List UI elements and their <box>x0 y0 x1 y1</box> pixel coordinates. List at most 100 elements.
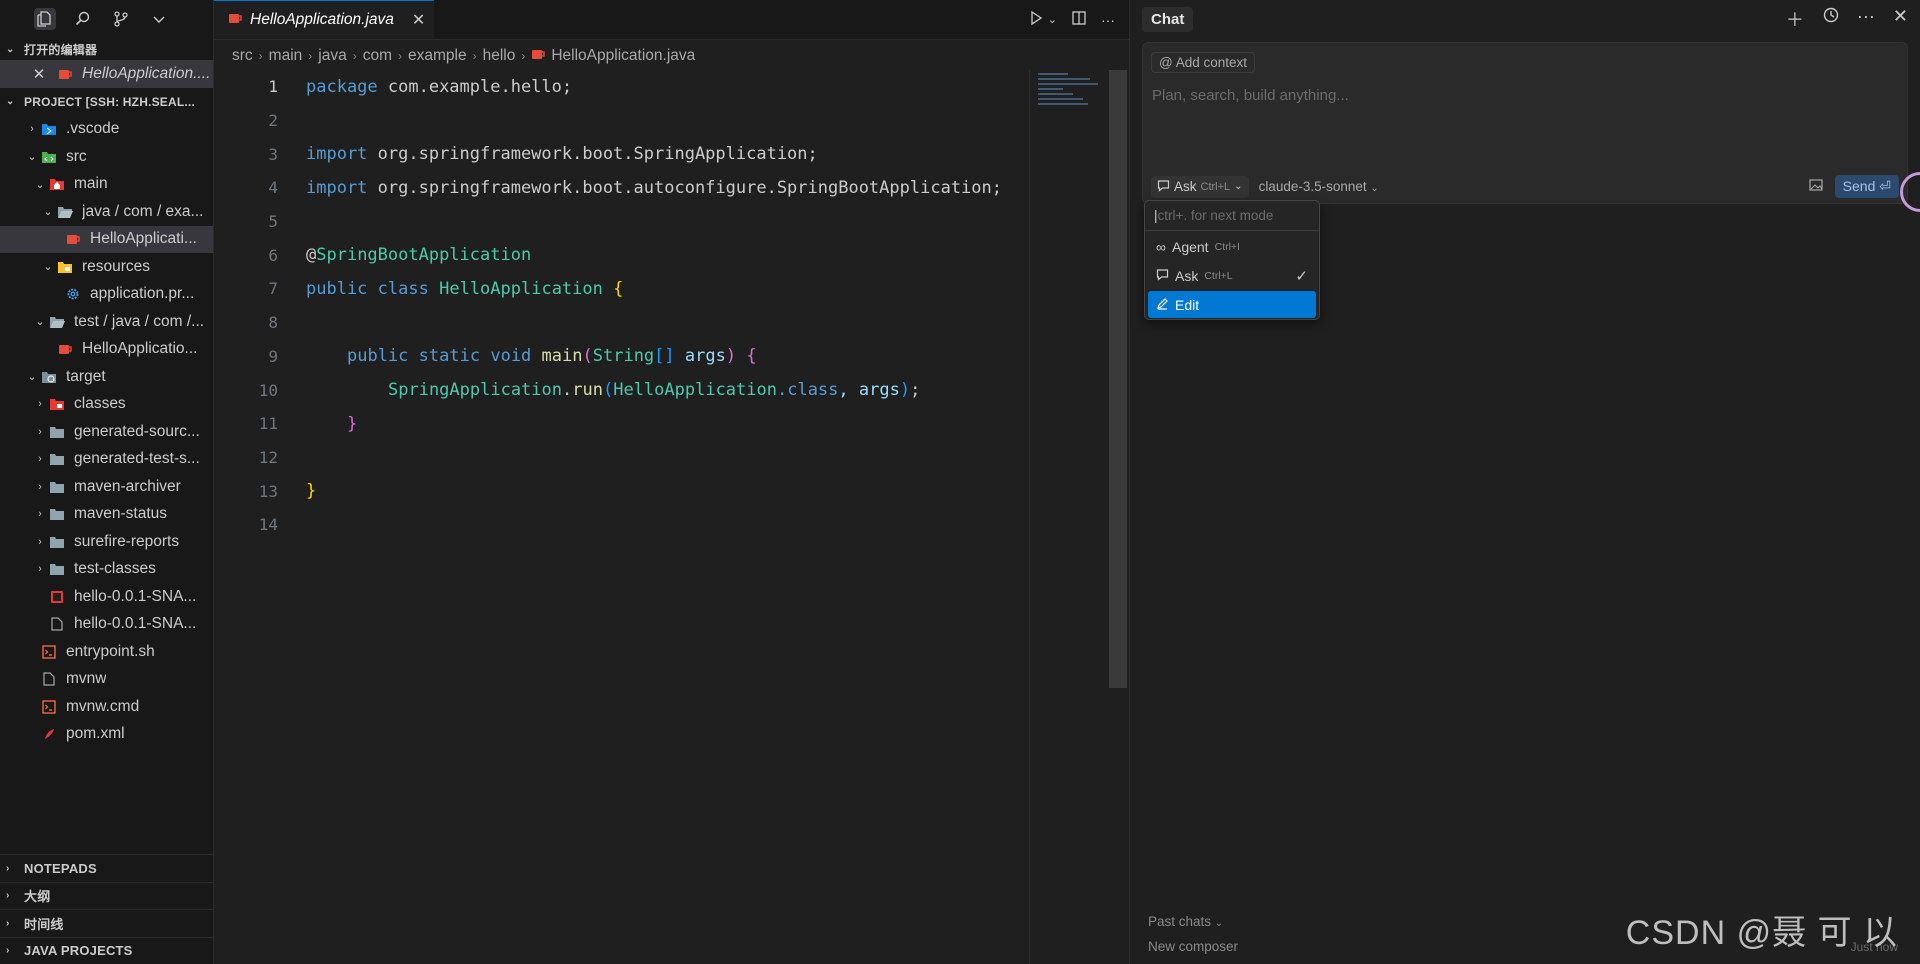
tree-item[interactable]: application.pr... <box>0 281 213 309</box>
code-line[interactable]: 3 import org.springframework.boot.SpringA… <box>214 137 1029 171</box>
tree-item[interactable]: › classes <box>0 391 213 419</box>
close-icon[interactable]: ✕ <box>412 10 425 30</box>
chevron-down-icon[interactable] <box>148 8 170 30</box>
chevron-down-icon[interactable]: ⌄ <box>32 315 48 328</box>
chevron-down-icon[interactable]: ⌄ <box>1048 13 1057 26</box>
breadcrumb-item[interactable]: com <box>363 47 392 65</box>
tree-item[interactable]: › test-classes <box>0 556 213 584</box>
chevron-right-icon: › <box>6 890 10 902</box>
code-line[interactable]: 9 public static void main(String[] args) … <box>214 340 1029 374</box>
code-line[interactable]: 14 <box>214 508 1029 542</box>
chevron-right-icon[interactable]: › <box>32 481 48 493</box>
chat-composer[interactable]: @ Add context Plan, search, build anythi… <box>1142 42 1908 204</box>
run-icon[interactable] <box>1028 10 1044 29</box>
tree-item[interactable]: ⌄ src <box>0 143 213 171</box>
chevron-right-icon[interactable]: › <box>24 123 40 135</box>
tree-item[interactable]: HelloApplicati... <box>0 225 213 253</box>
tree-item[interactable]: hello-0.0.1-SNA... <box>0 611 213 639</box>
tree-item[interactable]: › surefire-reports <box>0 528 213 556</box>
tree-item[interactable]: › generated-sourc... <box>0 418 213 446</box>
close-icon[interactable]: ✕ <box>30 66 48 83</box>
chat-input[interactable]: Plan, search, build anything... <box>1152 87 1349 104</box>
tree-item[interactable]: › .vscode <box>0 116 213 144</box>
chevron-down-icon[interactable]: ⌄ <box>40 205 56 218</box>
code-line[interactable]: 2 <box>214 104 1029 138</box>
mode-search-input[interactable]: | ctrl+. for next mode <box>1145 201 1319 231</box>
breadcrumb-item[interactable]: main <box>269 47 303 65</box>
send-button[interactable]: Send ⏎ <box>1834 175 1899 198</box>
plus-icon[interactable]: ＋ <box>1786 6 1804 32</box>
chevron-down-icon[interactable]: ⌄ <box>32 178 48 191</box>
open-editors-header[interactable]: ⌄ 打开的编辑器 <box>0 38 213 60</box>
code-line[interactable]: 5 <box>214 205 1029 239</box>
section-outline[interactable]: › 大纲 <box>0 881 214 910</box>
code-area[interactable]: 1 package com.example.hello; 2 3 import or… <box>214 70 1029 542</box>
tree-item[interactable]: ⌄ target <box>0 363 213 391</box>
chevron-right-icon: › <box>521 49 526 63</box>
editor-scrollbar[interactable] <box>1109 70 1127 688</box>
history-icon[interactable] <box>1822 6 1839 32</box>
tree-item[interactable]: › generated-test-s... <box>0 446 213 474</box>
image-icon[interactable] <box>1809 178 1823 195</box>
chevron-right-icon[interactable]: › <box>32 508 48 520</box>
chevron-right-icon[interactable]: › <box>32 536 48 548</box>
tree-item[interactable]: HelloApplicatio... <box>0 336 213 364</box>
model-select[interactable]: claude-3.5-sonnet ⌄ <box>1259 179 1379 194</box>
code-line[interactable]: 10 SpringApplication.run(HelloApplication… <box>214 373 1029 407</box>
code-line[interactable]: 12 <box>214 441 1029 475</box>
chevron-down-icon[interactable]: ⌄ <box>24 370 40 383</box>
more-icon[interactable]: ··· <box>1101 12 1115 28</box>
tree-item[interactable]: ⌄ test / java / com /... <box>0 308 213 336</box>
mode-item-ask[interactable]: Ask Ctrl+L ✓ <box>1148 262 1316 289</box>
minimap[interactable] <box>1029 70 1109 964</box>
project-header[interactable]: ⌄ PROJECT [SSH: HZH.SEAL... <box>0 88 213 116</box>
code-line[interactable]: 1 package com.example.hello; <box>214 70 1029 104</box>
past-chat-item[interactable]: New composer <box>1148 939 1238 954</box>
chevron-right-icon[interactable]: › <box>32 563 48 575</box>
chevron-down-icon[interactable]: ⌄ <box>24 150 40 163</box>
code-line[interactable]: 11} <box>214 407 1029 441</box>
mode-item-edit[interactable]: Edit <box>1148 291 1316 318</box>
mode-select-button[interactable]: Ask Ctrl+L ⌄ <box>1151 175 1249 198</box>
breadcrumb-item[interactable]: example <box>408 47 467 65</box>
tab-hello-application[interactable]: HelloApplication.java ✕ <box>214 0 434 39</box>
tree-item[interactable]: ⌄ resources <box>0 253 213 281</box>
paren: ) <box>899 380 911 401</box>
code-line[interactable]: 8 <box>214 306 1029 340</box>
tree-item[interactable]: › maven-archiver <box>0 473 213 501</box>
tree-item[interactable]: ⌄ java / com / exa... <box>0 198 213 226</box>
chevron-right-icon[interactable]: › <box>32 426 48 438</box>
breadcrumb-item[interactable]: hello <box>483 47 516 65</box>
section-java-projects[interactable]: › JAVA PROJECTS <box>0 936 214 964</box>
chevron-down-icon[interactable]: ⌄ <box>40 260 56 273</box>
breadcrumb-item[interactable]: src <box>232 47 253 65</box>
tree-item[interactable]: mvnw <box>0 666 213 694</box>
close-icon[interactable]: ✕ <box>1893 6 1908 32</box>
chevron-right-icon[interactable]: › <box>32 398 48 410</box>
split-editor-icon[interactable] <box>1071 10 1087 29</box>
chat-tab[interactable]: Chat <box>1142 6 1194 32</box>
breadcrumb-item[interactable]: java <box>318 47 346 65</box>
add-context-button[interactable]: @ Add context <box>1151 52 1256 73</box>
explorer-icon[interactable] <box>34 8 56 30</box>
more-icon[interactable]: ··· <box>1857 6 1875 32</box>
mode-item-agent[interactable]: ∞ Agent Ctrl+I <box>1148 233 1316 260</box>
tree-item[interactable]: pom.xml <box>0 721 213 749</box>
code-line[interactable]: 6 @SpringBootApplication <box>214 238 1029 272</box>
tree-item[interactable]: mvnw.cmd <box>0 693 213 721</box>
tree-item[interactable]: entrypoint.sh <box>0 638 213 666</box>
tree-item[interactable]: ⌄ main <box>0 171 213 199</box>
tree-item[interactable]: › maven-status <box>0 501 213 529</box>
tree-item[interactable]: hello-0.0.1-SNA... <box>0 583 213 611</box>
section-notepads[interactable]: › NOTEPADS <box>0 854 214 882</box>
past-chats-toggle[interactable]: Past chats ⌄ <box>1148 914 1238 929</box>
code-line[interactable]: 13} <box>214 474 1029 508</box>
code-line[interactable]: 7 public class HelloApplication { <box>214 272 1029 306</box>
search-icon[interactable] <box>72 8 94 30</box>
chevron-right-icon[interactable]: › <box>32 453 48 465</box>
source-control-icon[interactable] <box>110 8 132 30</box>
code-line[interactable]: 4 import org.springframework.boot.autocon… <box>214 171 1029 205</box>
section-timeline[interactable]: › 时间线 <box>0 909 214 937</box>
open-editor-item[interactable]: ✕ HelloApplication.... <box>0 60 213 88</box>
breadcrumb-item[interactable]: HelloApplication.java <box>551 47 695 65</box>
